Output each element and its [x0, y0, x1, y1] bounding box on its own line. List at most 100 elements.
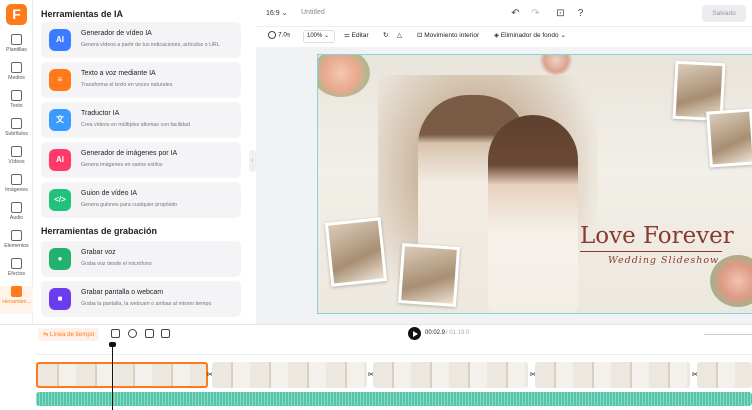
sliders-icon: ⚌ [344, 32, 352, 39]
photo-frame [397, 243, 461, 307]
rail-item-label: Efectos [7, 271, 26, 277]
video-icon [11, 146, 22, 157]
rail-item-0[interactable]: Plantillas [0, 34, 33, 62]
play-frame-icon[interactable] [111, 329, 120, 338]
zoom-select[interactable]: 100% ⌄ [303, 30, 335, 43]
tool-icon: ● [49, 248, 71, 270]
saved-button[interactable]: Salvado [702, 5, 746, 22]
rail-item-7[interactable]: Elementos [0, 230, 33, 258]
templates-icon [11, 34, 22, 45]
flip-icon[interactable]: △ [397, 31, 402, 39]
tool-icon: ■ [49, 288, 71, 310]
video-clip[interactable] [373, 362, 528, 388]
section-title-ai: Herramientas de IA [41, 9, 124, 19]
rail-item-label: Audio [9, 215, 24, 221]
tool-title: Generador de vídeo IA [81, 30, 152, 37]
split-icon[interactable] [128, 329, 137, 338]
tool-title: Texto a voz mediante IA [81, 70, 156, 77]
rail-item-6[interactable]: Audio [0, 202, 33, 230]
rail-item-label: Herramien... [2, 299, 31, 305]
rail-item-5[interactable]: Imágenes [0, 174, 33, 202]
total-time: / 01:19.0 [446, 330, 470, 336]
timeline: ⇆ Línea de tiempo 00:02.9 / 01:19.0 02 ⋈… [0, 324, 752, 410]
video-clip[interactable] [212, 362, 367, 388]
tool-description: Graba la pantalla, la webcam o ambas al … [81, 301, 212, 307]
tool-card[interactable]: AI Generador de vídeo IA Genera vídeos a p… [41, 22, 241, 58]
undo-icon[interactable]: ↶ [509, 7, 522, 20]
canvas-preview[interactable]: Love Forever Wedding Slideshow [317, 54, 752, 314]
elements-icon [11, 230, 22, 241]
playhead[interactable] [109, 342, 116, 410]
left-rail: F Plantillas Medios Texto Subtítulos Vídeos I… [0, 0, 33, 324]
timeline-ruler[interactable] [36, 347, 752, 355]
video-clip[interactable] [697, 362, 752, 388]
preview-stage: Love Forever Wedding Slideshow [256, 47, 752, 324]
tool-icon: </> [49, 189, 71, 211]
canvas-subtitle: Wedding Slideshow [608, 255, 720, 266]
tool-title: Grabar pantalla o webcam [81, 289, 164, 296]
delete-icon[interactable] [161, 329, 170, 338]
rail-item-label: Subtítulos [4, 131, 29, 137]
video-clip[interactable] [535, 362, 690, 388]
tool-card[interactable]: ● Grabar voz Graba voz desde el micrófono [41, 241, 241, 277]
rail-item-8[interactable]: Efectos [0, 258, 33, 286]
video-track: 02 ⋈ ⋈ ⋈ ⋈ [36, 362, 752, 388]
duration-control[interactable]: 7.0s [268, 31, 290, 39]
tool-description: Genera guiones para cualquier propósito [81, 202, 177, 208]
tool-card[interactable]: ≡ Texto a voz mediante IA Transforma el te… [41, 62, 241, 98]
rail-item-9[interactable]: Herramien... [0, 286, 33, 314]
image-icon [11, 174, 22, 185]
tool-description: Graba voz desde el micrófono [81, 261, 152, 267]
text-icon [11, 90, 22, 101]
canvas-title: Love Forever [580, 223, 734, 249]
subtitles-icon [11, 118, 22, 129]
photo-frame [706, 108, 752, 168]
current-time: 00:02.9 [425, 330, 446, 336]
flower-decoration [318, 55, 370, 97]
timeline-tab[interactable]: ⇆ Línea de tiempo [38, 328, 100, 341]
timeline-zoom-slider[interactable] [704, 334, 752, 335]
bg-remover-button[interactable]: ◈ Eliminador de fondo ⌄ [494, 31, 566, 39]
rail-item-3[interactable]: Subtítulos [0, 118, 33, 146]
eraser-icon: ◈ [494, 32, 501, 39]
aspect-ratio-select[interactable]: 16:9 ⌄ [266, 9, 287, 17]
tool-card[interactable]: </> Guion de vídeo IA Genera guiones para … [41, 182, 241, 218]
tool-title: Traductor IA [81, 110, 120, 117]
bride-figure [488, 115, 578, 313]
tool-icon: AI [49, 149, 71, 171]
redo-icon[interactable]: ↷ [529, 7, 542, 20]
tool-card[interactable]: 文 Traductor IA Crea vídeos en múltiples id… [41, 102, 241, 138]
tool-icon: AI [49, 29, 71, 51]
app-logo[interactable]: F [6, 4, 27, 25]
photo-frame [324, 217, 388, 287]
clip-toolbar: 7.0s 100% ⌄ ⚌ Editar ↻ △ ⊡ Movimiento in… [256, 27, 752, 47]
media-icon [11, 62, 22, 73]
duplicate-icon[interactable] [145, 329, 154, 338]
tool-title: Guion de vídeo IA [81, 190, 138, 197]
help-icon[interactable]: ? [574, 7, 587, 20]
rail-item-label: Imágenes [5, 187, 28, 193]
play-button[interactable] [408, 327, 421, 340]
tool-icon: 文 [49, 109, 71, 131]
rotate-icon[interactable]: ↻ [383, 31, 388, 39]
tool-description: Transforma el texto en voces naturales [81, 82, 173, 88]
tool-description: Genera imágenes en varios estilos [81, 162, 163, 168]
rail-item-4[interactable]: Vídeos [0, 146, 33, 174]
ornament-line [580, 251, 722, 252]
tool-card[interactable]: AI Generador de imágenes por IA Genera imá… [41, 142, 241, 178]
project-title[interactable]: Untitled [301, 9, 325, 16]
music-icon [11, 202, 22, 213]
screenshot-icon[interactable]: ⊡ [554, 7, 567, 20]
edit-button[interactable]: ⚌ Editar [344, 31, 369, 39]
rail-item-2[interactable]: Texto [0, 90, 33, 118]
rail-item-label: Elementos [4, 243, 29, 249]
video-clip[interactable] [36, 362, 208, 388]
rail-item-1[interactable]: Medios [0, 62, 33, 90]
tool-description: Genera vídeos a partir de tus indicacion… [81, 42, 220, 48]
section-title-recording: Herramientas de grabación [41, 226, 158, 236]
collapse-panel-handle[interactable]: ‹ [249, 150, 256, 172]
audio-track[interactable] [36, 392, 752, 406]
tool-card[interactable]: ■ Grabar pantalla o webcam Graba la pantal… [41, 281, 241, 317]
tool-description: Crea vídeos en múltiples idiomas con fac… [81, 122, 190, 128]
motion-button[interactable]: ⊡ Movimiento interior [417, 31, 479, 39]
